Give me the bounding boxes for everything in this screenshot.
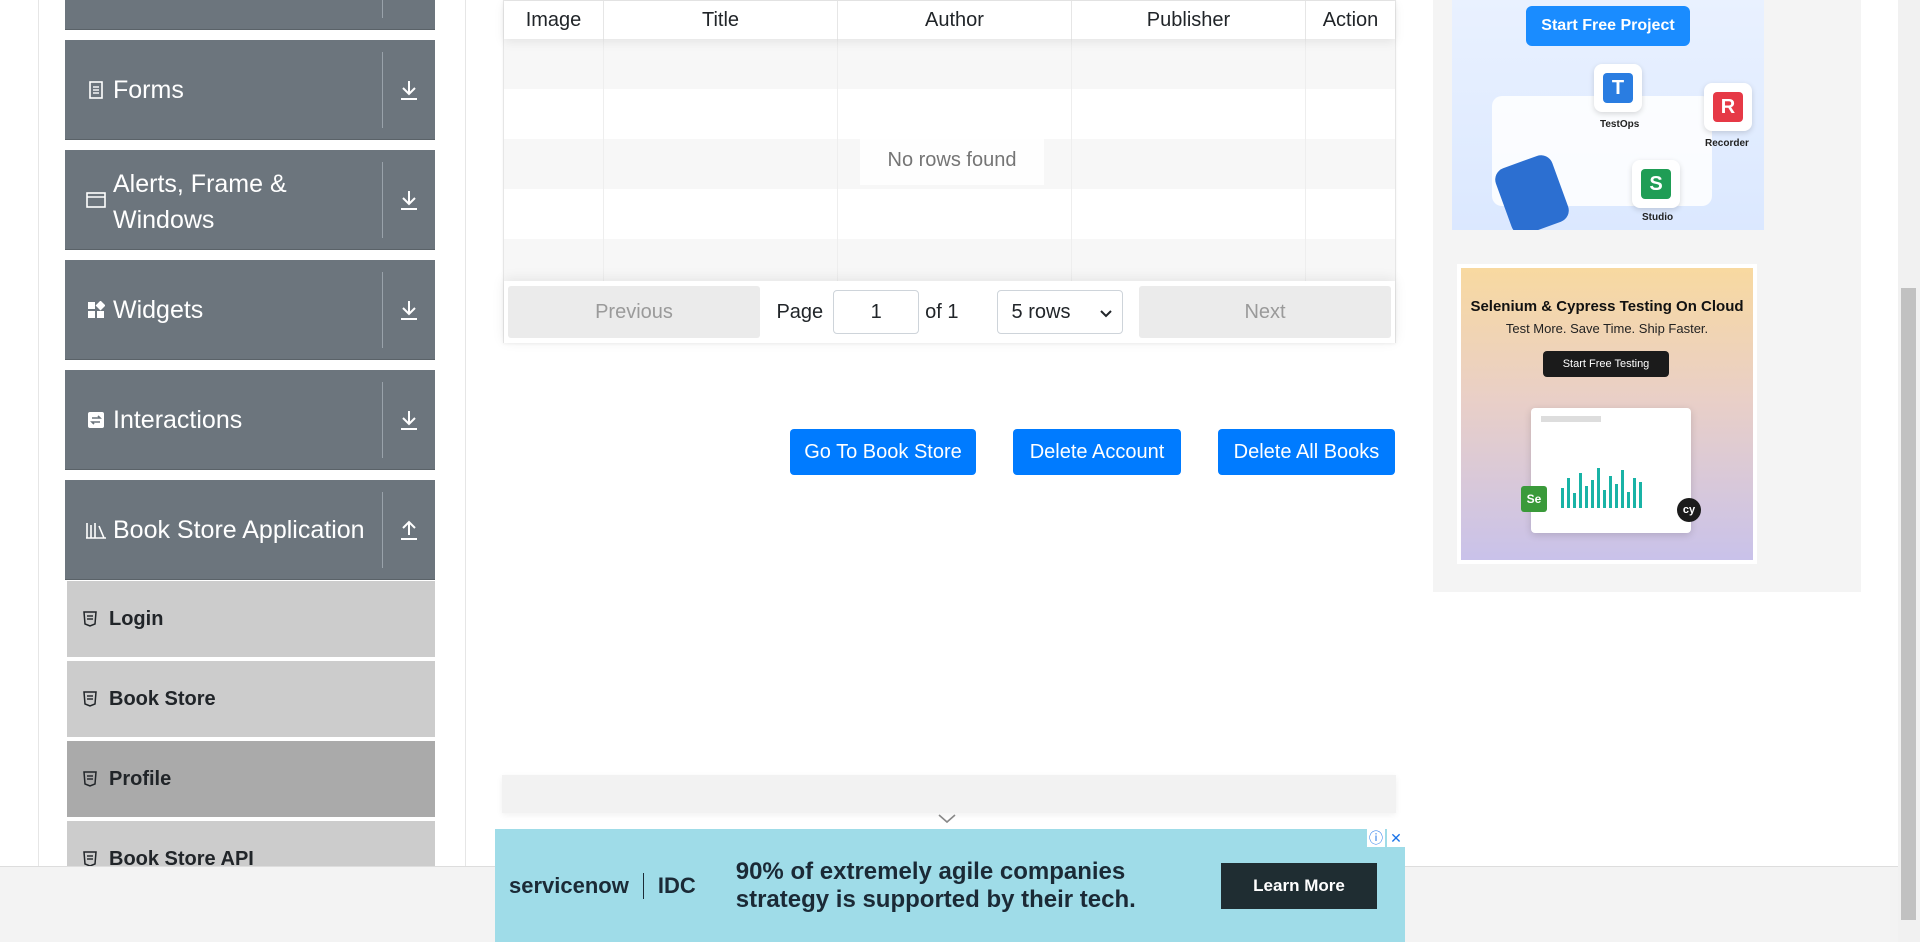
info-icon[interactable]: ⓘ [1367, 829, 1385, 847]
sidebar-group-widgets[interactable]: Widgets [65, 260, 435, 360]
separator [382, 381, 383, 458]
html5-icon [83, 769, 99, 789]
chevron-down-icon[interactable] [937, 812, 957, 830]
start-free-project-button[interactable]: Start Free Project [1526, 6, 1690, 46]
rows-per-page-value: 5 rows [1011, 300, 1071, 323]
previous-button[interactable]: Previous [508, 286, 760, 338]
selenium-icon: Se [1521, 486, 1547, 512]
sidebar-item-profile[interactable]: Profile [67, 741, 435, 819]
upload-arrow-icon [383, 519, 435, 541]
sidebar-group-label: Book Store Application [113, 515, 365, 544]
download-arrow-icon [383, 409, 435, 431]
close-icon[interactable]: ✕ [1387, 829, 1405, 847]
idc-text: IDC [657, 872, 696, 898]
lambdatest-ad[interactable]: Selenium & Cypress Testing On Cloud Test… [1457, 264, 1757, 564]
page-number-input[interactable]: 1 [833, 290, 920, 334]
separator [642, 872, 644, 899]
testops-label: TestOps [1600, 119, 1640, 130]
testops-icon: T [1594, 64, 1642, 112]
no-rows-message: No rows found [860, 135, 1044, 185]
download-arrow-icon [383, 79, 435, 101]
document-icon [85, 79, 107, 101]
right-ad-column: Start Free Project T TestOps R Recorder … [1433, 0, 1861, 592]
window-icon [85, 189, 107, 211]
ad-title: Selenium & Cypress Testing On Cloud [1470, 298, 1744, 315]
sidebar-item-login[interactable]: Login [67, 581, 435, 659]
column-header-publisher[interactable]: Publisher [1072, 1, 1306, 39]
delete-account-button[interactable]: Delete Account [1013, 429, 1181, 475]
rows-per-page-select[interactable]: 5 rows [996, 290, 1123, 334]
sidebar-item-label: Profile [109, 767, 172, 790]
sidebar-group-label: Alerts, Frame & Windows [113, 169, 287, 234]
chevron-down-icon [1099, 301, 1112, 324]
table-row [504, 39, 1395, 89]
table-row [504, 189, 1395, 239]
ad-subtitle: Test More. Save Time. Ship Faster. [1505, 321, 1709, 336]
interactions-icon [85, 409, 107, 431]
vertical-scrollbar[interactable] [1898, 0, 1920, 942]
learn-more-button[interactable]: Learn More [1221, 862, 1377, 909]
sidebar-group-label: Interactions [113, 405, 243, 434]
separator [382, 161, 383, 238]
brand-text: servicenow [509, 872, 629, 898]
next-button[interactable]: Next [1139, 286, 1391, 338]
widgets-icon [85, 299, 107, 321]
separator [382, 271, 383, 348]
cypress-icon: cy [1677, 498, 1701, 522]
column-header-title[interactable]: Title [604, 1, 838, 39]
scrollbar-thumb[interactable] [1901, 288, 1916, 920]
sidebar-item-book-store[interactable]: Book Store [67, 661, 435, 739]
studio-icon: S [1632, 160, 1680, 208]
separator [382, 0, 383, 18]
sidebar-group-forms[interactable]: Forms [65, 40, 435, 140]
sidebar-item-label: Login [109, 607, 164, 630]
table-row [504, 89, 1395, 139]
katalon-ad[interactable]: Start Free Project T TestOps R Recorder … [1452, 0, 1764, 230]
sidebar-group-label: Forms [113, 75, 184, 104]
separator [382, 51, 383, 128]
delete-all-books-button[interactable]: Delete All Books [1218, 429, 1395, 475]
download-arrow-icon [383, 189, 435, 211]
books-table: Image Title Author Publisher Action No r… [503, 0, 1396, 343]
studio-label: Studio [1642, 212, 1674, 223]
pagination: Previous Page 1 of 1 5 rows Next [504, 281, 1395, 343]
column-header-image[interactable]: Image [504, 1, 604, 39]
viewport: Forms Alerts, Frame & Windows Widgets In… [0, 0, 1898, 942]
sidebar-item-label: Book Store [109, 687, 216, 710]
html5-icon [83, 689, 99, 709]
left-sidebar: Forms Alerts, Frame & Windows Widgets In… [38, 0, 466, 899]
books-icon [85, 519, 107, 541]
servicenow-logo: servicenow IDC [509, 872, 696, 899]
table-header: Image Title Author Publisher Action [504, 1, 1395, 39]
sidebar-group-book-store[interactable]: Book Store Application [65, 480, 435, 580]
download-arrow-icon [383, 299, 435, 321]
separator [382, 491, 383, 568]
sidebar-group-alerts[interactable]: Alerts, Frame & Windows [65, 150, 435, 250]
column-header-author[interactable]: Author [838, 1, 1072, 39]
recorder-label: Recorder [1705, 138, 1749, 149]
column-header-action[interactable]: Action [1306, 1, 1395, 39]
ad-controls: ⓘ ✕ [1367, 829, 1405, 847]
sidebar-group-label: Widgets [113, 295, 204, 324]
dashboard-illustration [1531, 408, 1691, 533]
page-label: Page [776, 300, 824, 323]
page-info: Page 1 of 1 5 rows [760, 290, 1139, 334]
page-total: of 1 [925, 300, 959, 323]
recorder-icon: R [1704, 83, 1752, 131]
ad-strip [502, 775, 1396, 813]
bottom-banner-ad[interactable]: servicenow IDC 90% of extremely agile co… [495, 829, 1405, 942]
banner-text: 90% of extremely agile companies strateg… [735, 857, 1136, 913]
sidebar-group-partial[interactable] [65, 0, 435, 30]
html5-icon [83, 609, 99, 629]
start-free-testing-button[interactable]: Start Free Testing [1543, 351, 1669, 377]
go-to-book-store-button[interactable]: Go To Book Store [790, 429, 976, 475]
sidebar-group-interactions[interactable]: Interactions [65, 370, 435, 470]
